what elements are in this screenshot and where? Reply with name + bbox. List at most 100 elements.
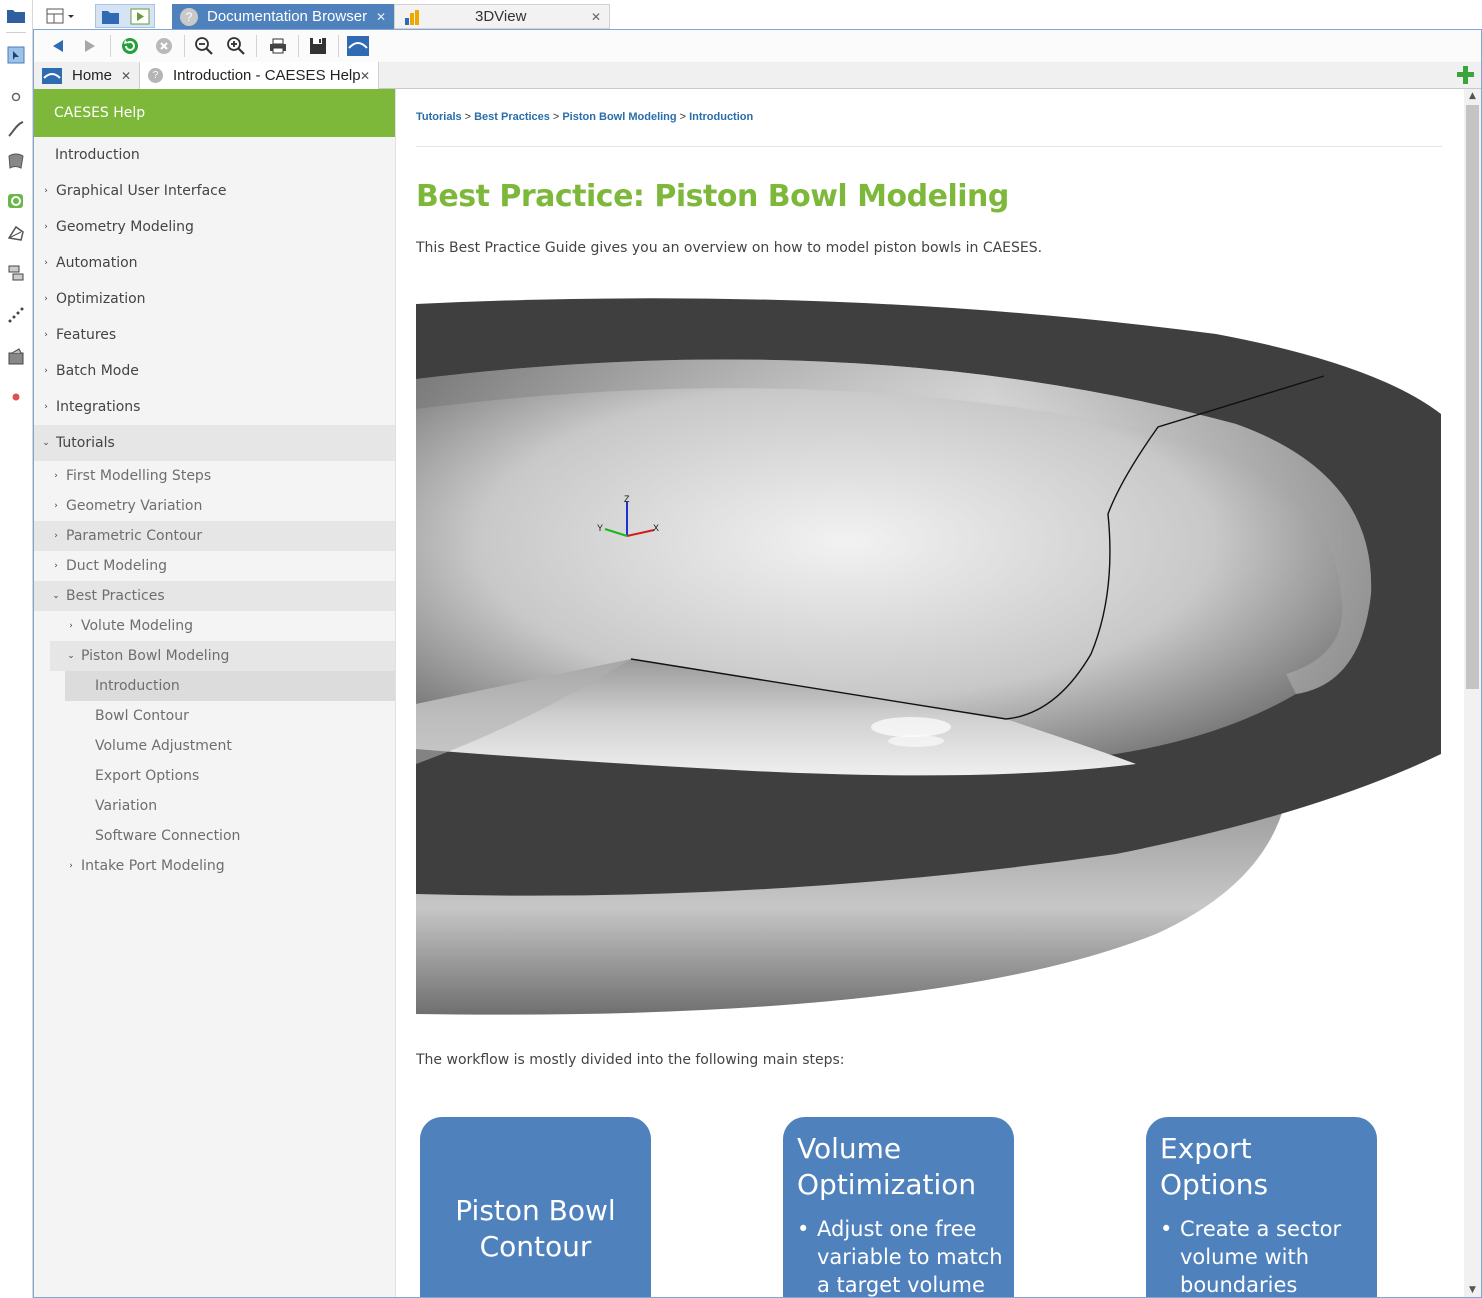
print-button[interactable]: [266, 35, 290, 57]
documentation-browser-panel: Home ✕ ? Introduction - CAESES Help ✕ CA…: [33, 29, 1482, 1298]
sidebar-item-automation[interactable]: › Automation: [34, 245, 395, 281]
close-icon[interactable]: ✕: [121, 69, 131, 83]
tab-introduction[interactable]: ? Introduction - CAESES Help ✕: [140, 62, 379, 89]
dotted-curve-icon[interactable]: [5, 304, 27, 326]
design-tool-icon[interactable]: [5, 262, 27, 284]
chevron-down-icon: ⌄: [67, 651, 75, 661]
sidebar-item-optimization[interactable]: › Optimization: [34, 281, 395, 317]
sidebar-item-introduction-active[interactable]: Introduction: [65, 671, 395, 701]
help-sidebar: CAESES Help Introduction › Graphical User…: [34, 89, 396, 1297]
point-tool-icon[interactable]: [5, 86, 27, 108]
chevron-right-icon: ›: [44, 186, 48, 196]
sidebar-header[interactable]: CAESES Help: [34, 89, 395, 137]
sidebar-item-label: Introduction: [95, 678, 180, 694]
close-icon[interactable]: ✕: [591, 10, 601, 24]
sidebar-item-label: First Modelling Steps: [66, 468, 212, 484]
document-tab-bar: Home ✕ ? Introduction - CAESES Help ✕: [34, 62, 1481, 89]
close-icon[interactable]: ✕: [376, 10, 386, 24]
help-icon: ?: [148, 68, 163, 83]
surface-tool-icon[interactable]: [5, 150, 27, 172]
sidebar-item-bowl-contour[interactable]: Bowl Contour: [34, 701, 395, 731]
sidebar-item-duct-modeling[interactable]: › Duct Modeling: [34, 551, 395, 581]
tab-label: Introduction - CAESES Help: [173, 67, 361, 84]
workflow-card-export-options: ExportOptions Create a sectorvolume with…: [1146, 1117, 1377, 1297]
sidebar-item-geometry-modeling[interactable]: › Geometry Modeling: [34, 209, 395, 245]
record-icon[interactable]: [5, 386, 27, 408]
scroll-up-icon[interactable]: ▲: [1464, 89, 1481, 103]
sidebar-item-introduction[interactable]: Introduction: [34, 137, 395, 173]
home-button[interactable]: [346, 35, 370, 57]
sidebar-item-intake-port-modeling[interactable]: › Intake Port Modeling: [34, 851, 395, 881]
scroll-thumb[interactable]: [1466, 105, 1479, 689]
chevron-right-icon: ›: [54, 531, 58, 541]
curve-tool-icon[interactable]: [5, 118, 27, 140]
breadcrumb-separator: >: [679, 111, 687, 123]
solid-tool-icon[interactable]: [5, 346, 27, 368]
folder-icon[interactable]: [5, 4, 27, 26]
card-title-line: Contour: [479, 1230, 592, 1263]
tab-home[interactable]: Home ✕: [34, 62, 140, 89]
sidebar-item-software-connection[interactable]: Software Connection: [34, 821, 395, 851]
tab-documentation-browser[interactable]: ? Documentation Browser ✕: [172, 4, 394, 29]
stop-button[interactable]: [152, 35, 176, 57]
sidebar-item-label: Bowl Contour: [95, 708, 189, 724]
breadcrumb-link[interactable]: Tutorials: [416, 111, 462, 123]
navigation-toolbar: [34, 30, 1481, 62]
sidebar-item-batch-mode[interactable]: › Batch Mode: [34, 353, 395, 389]
sidebar-item-volume-adjustment[interactable]: Volume Adjustment: [34, 731, 395, 761]
close-icon[interactable]: ✕: [360, 69, 370, 83]
zoom-out-button[interactable]: [192, 35, 216, 57]
scroll-down-icon[interactable]: ▼: [1464, 1283, 1481, 1297]
zoom-in-icon: [227, 37, 245, 55]
breadcrumb-link[interactable]: Introduction: [689, 111, 753, 123]
sidebar-item-label: Intake Port Modeling: [81, 858, 225, 874]
feature-tool-icon[interactable]: [5, 190, 27, 212]
view-toggle-group[interactable]: [95, 4, 155, 28]
card-title-line: Volume: [797, 1132, 902, 1165]
zoom-out-icon: [195, 37, 213, 55]
vertical-scrollbar[interactable]: ▲ ▼: [1464, 89, 1481, 1297]
divider: [416, 146, 1442, 147]
sidebar-item-label: Export Options: [95, 768, 200, 784]
printer-icon: [270, 38, 286, 54]
reload-button[interactable]: [118, 35, 142, 57]
sidebar-item-export-options[interactable]: Export Options: [34, 761, 395, 791]
sidebar-item-label: Volute Modeling: [81, 618, 194, 634]
sidebar-item-volute-modeling[interactable]: › Volute Modeling: [34, 611, 395, 641]
arrow-left-icon: [53, 40, 63, 52]
sidebar-item-variation[interactable]: Variation: [34, 791, 395, 821]
breadcrumb-link[interactable]: Best Practices: [474, 111, 550, 123]
back-button[interactable]: [46, 35, 70, 57]
mesh-tool-icon[interactable]: [5, 222, 27, 244]
breadcrumb-separator: >: [552, 111, 560, 123]
chevron-down-icon: ⌄: [42, 438, 50, 448]
sidebar-item-geometry-variation[interactable]: › Geometry Variation: [34, 491, 395, 521]
sidebar-item-best-practices[interactable]: ⌄ Best Practices: [34, 581, 395, 611]
plus-icon: [1457, 66, 1474, 84]
forward-button[interactable]: [78, 35, 102, 57]
select-tool-icon[interactable]: [5, 44, 27, 66]
sidebar-item-label: Features: [56, 327, 117, 343]
breadcrumb-link[interactable]: Piston Bowl Modeling: [562, 111, 676, 123]
sidebar-item-label: Variation: [95, 798, 158, 814]
sidebar-item-parametric-contour[interactable]: › Parametric Contour: [34, 521, 395, 551]
sidebar-item-features[interactable]: › Features: [34, 317, 395, 353]
zoom-in-button[interactable]: [224, 35, 248, 57]
chevron-right-icon: ›: [69, 861, 73, 871]
save-button[interactable]: [306, 35, 330, 57]
layout-menu-button[interactable]: [43, 4, 79, 28]
sidebar-item-integrations[interactable]: › Integrations: [34, 389, 395, 425]
workflow-card-volume-optimization: VolumeOptimization Adjust one freevariab…: [783, 1117, 1014, 1297]
sidebar-item-graphical-user-interface[interactable]: › Graphical User Interface: [34, 173, 395, 209]
app-window: ? Documentation Browser ✕ 3DView ✕ Home …: [0, 0, 1482, 1298]
sidebar-item-tutorials[interactable]: ⌄ Tutorials: [34, 425, 395, 461]
add-tab-button[interactable]: [1455, 64, 1477, 86]
sidebar-item-label: Graphical User Interface: [56, 183, 227, 199]
arrow-right-icon: [85, 40, 95, 52]
sidebar-item-first-modelling-steps[interactable]: › First Modelling Steps: [34, 461, 395, 491]
chevron-right-icon: ›: [54, 471, 58, 481]
sidebar-item-label: Geometry Variation: [66, 498, 203, 514]
workflow-card-piston-bowl-contour: Piston Bowl Contour: [420, 1117, 651, 1297]
tab-3dview[interactable]: 3DView ✕: [394, 4, 610, 29]
sidebar-item-piston-bowl-modeling[interactable]: ⌄ Piston Bowl Modeling: [50, 641, 395, 671]
